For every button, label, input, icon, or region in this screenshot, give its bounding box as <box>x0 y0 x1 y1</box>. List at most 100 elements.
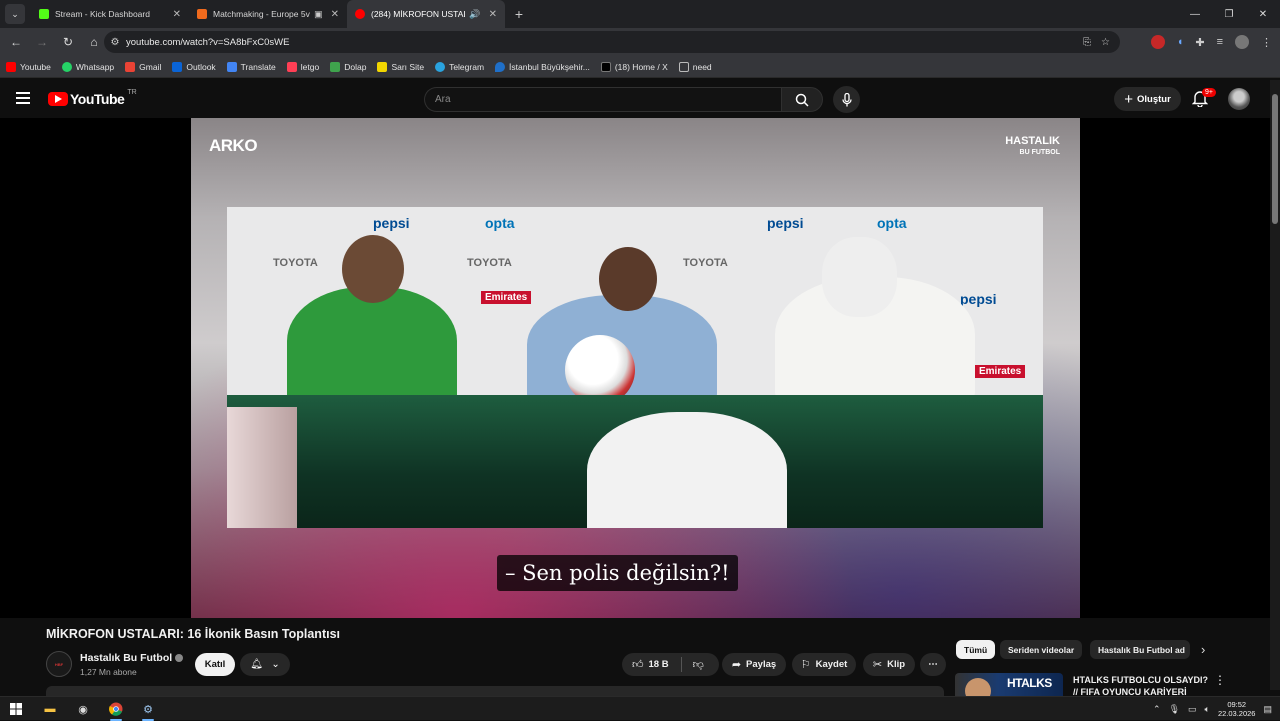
bookmark-label: Sarı Site <box>391 61 425 72</box>
network-icon[interactable]: ▭ <box>1188 704 1197 715</box>
create-button[interactable]: + Oluştur <box>1114 87 1181 111</box>
tray-overflow-icon[interactable]: ⌃ <box>1153 704 1161 715</box>
description-box[interactable] <box>46 686 944 696</box>
dislike-icon[interactable]: 👎︎ <box>693 658 704 671</box>
audio-playing-icon[interactable]: 🔊 <box>469 9 480 20</box>
chevron-right-icon[interactable]: › <box>1201 642 1205 657</box>
bookmark-star-icon[interactable]: ☆ <box>1101 37 1110 48</box>
bookmark-icon: ⚐ <box>800 659 811 671</box>
subscription-bell-button[interactable]: 🔔︎ ⌄ <box>240 653 290 676</box>
person-headscarf <box>822 237 897 317</box>
close-tab-icon[interactable]: ✕ <box>489 9 497 20</box>
notification-center-icon[interactable]: ▤ <box>1263 704 1272 715</box>
bookmark-label: İstanbul Büyükşehir... <box>509 61 590 72</box>
bookmark-telegram[interactable]: Telegram <box>435 61 485 72</box>
tab-kick[interactable]: Stream - Kick Dashboard ✕ <box>31 0 189 28</box>
bookmark-outlook[interactable]: Outlook <box>172 61 216 72</box>
channel-avatar[interactable]: HBF <box>46 651 72 677</box>
file-explorer-icon[interactable]: ▬ <box>40 699 60 719</box>
bookmark-need[interactable]: need <box>678 61 712 72</box>
obs-icon[interactable]: ◉ <box>73 699 93 719</box>
bookmark-x[interactable]: (18) Home / X <box>600 61 668 72</box>
save-label: Kaydet <box>815 659 848 670</box>
close-window-icon[interactable]: ✕ <box>1246 0 1280 28</box>
voice-search-button[interactable] <box>833 86 860 113</box>
reload-icon[interactable]: ↻ <box>56 30 80 54</box>
back-icon[interactable]: ← <box>4 30 28 54</box>
chip-channel[interactable]: Hastalık Bu Futbol ad <box>1090 640 1190 659</box>
volume-icon[interactable]: 🔈︎ <box>1205 704 1210 715</box>
save-button[interactable]: ⚐ Kaydet <box>792 653 856 676</box>
more-vertical-icon[interactable]: ⋮ <box>1214 673 1226 687</box>
media-control-icon[interactable]: ≡ <box>1217 36 1223 48</box>
forward-icon[interactable]: → <box>30 30 54 54</box>
chrome-menu-icon[interactable]: ⋮ <box>1261 36 1272 49</box>
chip-all[interactable]: Tümü <box>956 640 996 659</box>
close-tab-icon[interactable]: ✕ <box>173 9 181 20</box>
bookmark-translate[interactable]: Translate <box>226 61 276 72</box>
youtube-icon <box>6 61 16 72</box>
more-actions-button[interactable]: ⋯ <box>920 653 946 676</box>
bookmark-label: Youtube <box>20 61 51 72</box>
chevron-down-icon: ⌄ <box>271 659 280 670</box>
bookmark-label: Telegram <box>449 61 485 72</box>
scrollbar-thumb[interactable] <box>1272 94 1278 224</box>
profile-avatar-icon[interactable] <box>1235 35 1249 49</box>
tab-strip: ⌄ Stream - Kick Dashboard ✕ Matchmaking … <box>0 0 1280 28</box>
menu-icon[interactable] <box>16 92 30 104</box>
microphone-tray-icon[interactable]: 🎙︎ <box>1169 704 1180 715</box>
extension-audio-icon[interactable]: ◖ <box>1177 36 1184 48</box>
minimize-icon[interactable]: — <box>1178 0 1212 28</box>
tab-youtube[interactable]: (284) MİKROFON USTALAR 🔊 ✕ <box>347 0 505 28</box>
like-count[interactable]: 18 B <box>649 659 669 670</box>
restore-icon[interactable]: ❐ <box>1212 0 1246 28</box>
clock[interactable]: 09:52 22.03.2026 <box>1218 700 1256 718</box>
site-info-icon[interactable]: ⚙ <box>104 37 126 48</box>
video-player[interactable]: ARKO HASTALIK BU FUTBOL pepsi opta pepsi… <box>191 118 1080 618</box>
windows-start-icon[interactable] <box>6 699 26 719</box>
extensions-puzzle-icon[interactable]: ✚ <box>1195 36 1204 49</box>
youtube-header: YouTube TR Ara + Oluştur 9+ <box>0 80 1270 118</box>
scissors-icon: ✂ <box>872 659 883 671</box>
foreground-headscarf <box>587 412 787 528</box>
bookmark-whatsapp[interactable]: Whatsapp <box>61 61 114 72</box>
folder-icon <box>678 61 689 72</box>
bookmark-dolap[interactable]: Dolap <box>330 61 366 72</box>
account-avatar[interactable] <box>1228 88 1250 110</box>
tab-search-button[interactable]: ⌄ <box>5 4 25 24</box>
new-tab-button[interactable]: + <box>509 4 529 24</box>
search-input[interactable]: Ara <box>424 87 782 112</box>
search-button[interactable] <box>781 87 823 112</box>
share-button[interactable]: ➦ Paylaş <box>722 653 786 676</box>
bookmark-ibb[interactable]: İstanbul Büyükşehir... <box>495 61 590 72</box>
extension-red-icon[interactable] <box>1150 35 1165 49</box>
sponsor-logo: pepsi <box>373 215 410 231</box>
recommendation-title[interactable]: HTALKS FUTBOLCU OLSAYDI? // FIFA OYUNCU … <box>1073 674 1208 698</box>
cast-icon: ▣ <box>314 8 323 19</box>
tab-matchmaking[interactable]: Matchmaking - Europe 5v5 ▣ ✕ <box>189 0 347 28</box>
chip-series[interactable]: Seriden videolar <box>1000 640 1083 659</box>
youtube-logo[interactable]: YouTube TR <box>48 89 137 107</box>
bookmark-gmail[interactable]: Gmail <box>125 61 161 72</box>
clock-date: 22.03.2026 <box>1217 709 1256 718</box>
sponsor-logo: Emirates <box>481 291 532 304</box>
verified-icon <box>175 654 184 663</box>
bookmark-sari-site[interactable]: Sarı Site <box>377 61 425 72</box>
steam-icon[interactable]: ⚙ <box>138 699 158 721</box>
like-icon[interactable]: 👍︎ <box>632 658 644 671</box>
address-bar[interactable]: ⚙ youtube.com/watch?v=SA8bFxC0sWE ⎘ ☆ <box>104 31 1120 53</box>
home-icon[interactable]: ⌂ <box>82 30 106 54</box>
channel-name[interactable]: Hastalık Bu Futbol <box>80 652 184 664</box>
chrome-icon[interactable] <box>106 699 126 721</box>
page-scrollbar[interactable] <box>1270 80 1280 690</box>
bookmark-letgo[interactable]: letgo <box>286 61 319 72</box>
recommendation-thumbnail[interactable]: HTALKS <box>955 673 1063 698</box>
close-tab-icon[interactable]: ✕ <box>331 9 339 20</box>
drop-icon <box>495 61 506 72</box>
join-button[interactable]: Katıl <box>195 653 235 676</box>
bookmark-youtube[interactable]: Youtube <box>6 61 51 72</box>
clip-button[interactable]: ✂ Klip <box>863 653 915 676</box>
install-app-icon[interactable]: ⎘ <box>1083 37 1091 48</box>
sponsor-logo: TOYOTA <box>467 257 512 269</box>
share-icon: ➦ <box>731 659 742 671</box>
